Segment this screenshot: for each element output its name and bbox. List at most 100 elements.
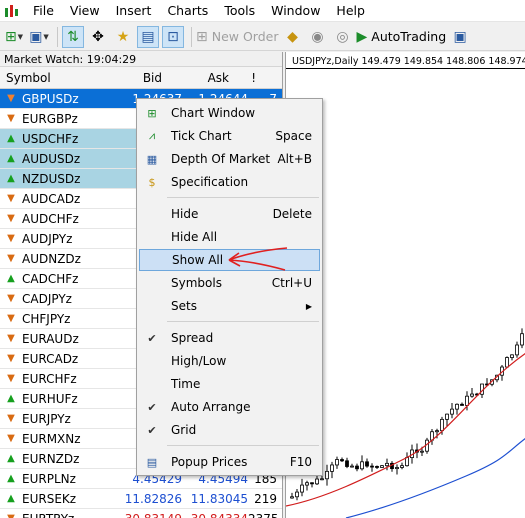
candle-body: [340, 459, 344, 462]
bid-cell: 11.82826: [124, 491, 182, 506]
menu-item-shortcut: Ctrl+U: [271, 276, 312, 290]
menu-item-label: Chart Window: [171, 106, 256, 120]
arrow-down-icon: ▼: [7, 293, 15, 304]
symbol-cell: EURNZDz: [22, 451, 80, 466]
candle-body: [355, 465, 359, 470]
navigator-button[interactable]: ★: [112, 26, 134, 48]
menu-tools[interactable]: Tools: [216, 0, 263, 22]
annotation-arrow: [228, 247, 288, 271]
candle-body: [330, 464, 334, 472]
menu-item-specification[interactable]: $ Specification: [139, 171, 320, 193]
candle-body: [380, 465, 384, 468]
symbol-cell: CHFJPYz: [22, 311, 71, 326]
metaeditor-button[interactable]: ◆: [282, 26, 304, 48]
symbol-cell: AUDJPYz: [22, 231, 73, 246]
candle-body: [455, 403, 459, 410]
menu-item-label: Time: [171, 377, 201, 391]
menu-insert[interactable]: Insert: [108, 0, 160, 22]
signals-icon: ◎: [336, 28, 349, 45]
table-row[interactable]: ▼ EURTRYz30.8314930.843342375: [0, 509, 282, 518]
arrow-down-icon: ▼: [7, 433, 15, 444]
candle-body: [365, 461, 369, 467]
menu-item-label: Specification: [171, 175, 249, 189]
app-logo-icon: [3, 3, 19, 19]
menu-item-label: Hide: [171, 207, 199, 221]
autotrading-icon: ▶: [356, 28, 368, 45]
candle-body: [420, 450, 424, 453]
menu-bar: File View Insert Charts Tools Window Hel…: [0, 0, 525, 22]
column-bid[interactable]: Bid: [120, 71, 162, 85]
candle-body: [315, 478, 319, 485]
arrow-down-icon: ▼: [7, 233, 15, 244]
toolbar-extra-button[interactable]: ▣: [449, 26, 471, 48]
autotrading-button[interactable]: ▶ AutoTrading: [357, 26, 447, 48]
menu-item-popup-prices[interactable]: ▤ Popup Prices F10: [139, 451, 320, 473]
popup-prices-icon: ▤: [146, 455, 158, 469]
chart-title: USDJPYz,Daily 149.479 149.854 148.806 14…: [292, 56, 525, 67]
column-ask[interactable]: Ask: [162, 71, 229, 85]
market-button[interactable]: ◉: [307, 26, 329, 48]
arrow-down-icon: ▼: [4, 513, 18, 518]
candle-body: [345, 460, 349, 467]
menu-view[interactable]: View: [62, 0, 108, 22]
candle-body: [400, 465, 404, 468]
menu-item-grid[interactable]: ✔ Grid: [139, 419, 320, 441]
crosshair-icon: ✥: [92, 28, 104, 45]
terminal-toggle[interactable]: ▤: [137, 25, 159, 48]
menu-item-hide[interactable]: Hide Delete: [139, 203, 320, 225]
menu-item-sets[interactable]: Sets ▶: [139, 295, 320, 317]
metaeditor-icon: ◆: [287, 28, 298, 45]
autotrading-label: AutoTrading: [371, 29, 447, 44]
menu-help[interactable]: Help: [328, 0, 373, 22]
symbol-cell: EURPLNz: [22, 471, 76, 486]
toolbar-separator: [191, 26, 192, 47]
symbol-cell: EURMXNz: [22, 431, 81, 446]
menu-charts[interactable]: Charts: [159, 0, 216, 22]
candle-body: [375, 466, 379, 468]
candle-body: [470, 393, 474, 397]
signals-button[interactable]: ◎: [332, 26, 354, 48]
menu-item-time[interactable]: Time: [139, 373, 320, 395]
menu-item-tick-chart[interactable]: ⩘ Tick Chart Space: [139, 125, 320, 147]
menu-window[interactable]: Window: [263, 0, 328, 22]
arrow-up-icon: ▲: [7, 473, 15, 484]
chevron-down-icon: ▼: [17, 32, 24, 41]
candle-body: [515, 344, 519, 356]
table-row[interactable]: ▲ EURSEKz 11.82826 11.83045 219: [0, 489, 282, 509]
data-window-button[interactable]: ✥: [87, 26, 109, 48]
strategy-tester-toggle[interactable]: ⊡: [162, 25, 184, 48]
column-spread[interactable]: !: [229, 71, 256, 85]
menu-item-symbols[interactable]: Symbols Ctrl+U: [139, 272, 320, 294]
candle-body: [395, 467, 399, 470]
candle-body: [465, 395, 469, 406]
menu-item-spread[interactable]: ✔ Spread: [139, 327, 320, 349]
menu-item-high-low[interactable]: High/Low: [139, 350, 320, 372]
candle-body: [360, 461, 364, 470]
symbol-cell: AUDNZDz: [22, 251, 81, 266]
candle-body: [290, 496, 294, 499]
menu-item-chart-window[interactable]: ⊞ Chart Window: [139, 102, 320, 124]
column-symbol[interactable]: Symbol: [0, 71, 120, 85]
menu-item-label: Show All: [172, 253, 224, 267]
menu-separator: [167, 197, 319, 198]
menu-item-shortcut: Delete: [272, 207, 312, 221]
new-order-button[interactable]: ⊞ New Order: [196, 26, 279, 48]
menu-file[interactable]: File: [25, 0, 62, 22]
market-watch-toggle[interactable]: ⇅: [62, 25, 84, 48]
arrow-up-icon: ▲: [7, 273, 15, 284]
symbol-cell: CADJPYz: [22, 291, 72, 306]
ask-cell: 11.83045: [190, 491, 248, 506]
context-menu: ⊞ Chart Window ⩘ Tick Chart Space ▦ Depth Of M…: [136, 98, 323, 476]
candle-body: [350, 465, 354, 468]
candle-body: [335, 459, 339, 466]
profiles-button[interactable]: ▣ ▼: [28, 26, 50, 48]
new-chart-button[interactable]: ⊞ ▼: [3, 26, 25, 48]
menu-item-auto-arrange[interactable]: ✔ Auto Arrange: [139, 396, 320, 418]
candle-body: [310, 482, 314, 485]
submenu-arrow-icon: ▶: [305, 301, 312, 311]
menu-item-depth-of-market[interactable]: ▦ Depth Of Market Alt+B: [139, 148, 320, 170]
chart-window-icon: ⊞: [147, 106, 157, 120]
menu-item-label: High/Low: [171, 354, 227, 368]
ask-cell: 30.84334: [182, 512, 248, 518]
candle-body: [450, 408, 454, 415]
